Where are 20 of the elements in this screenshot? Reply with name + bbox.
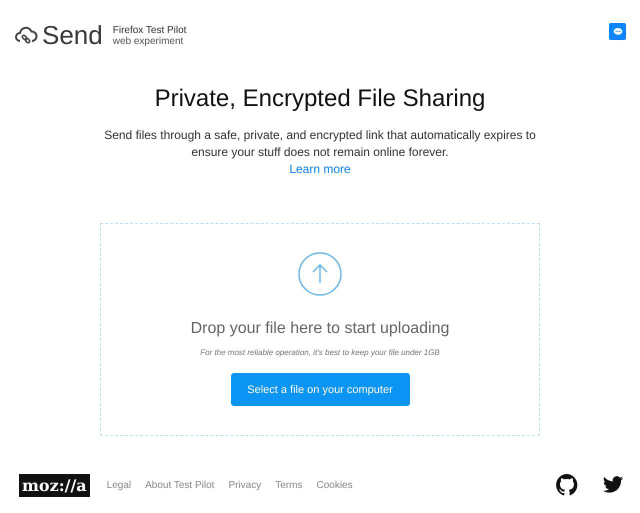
upload-icon — [298, 252, 342, 296]
brand-name: Send — [42, 20, 103, 51]
footer-link[interactable]: Legal — [106, 480, 132, 490]
size-note: For the most reliable operation, it’s best to keep your file under 1GB — [200, 348, 440, 357]
select-file-button[interactable]: Select a file on your computer — [230, 373, 410, 406]
footer-link[interactable]: Privacy — [228, 480, 262, 490]
description-text: Send files through a safe, private, and encrypted link that automatically expires to ensure your stuff does not remain online forever. — [103, 127, 537, 161]
footer-link[interactable]: Cookies — [316, 480, 353, 490]
drop-heading: Drop your file here to start uploading — [190, 320, 450, 338]
chat-bubble-icon — [612, 26, 622, 36]
learn-more-link[interactable]: Learn more — [289, 161, 351, 178]
mozilla-logo[interactable]: moz://a — [19, 474, 90, 496]
brand-subtitle: Firefox Test Pilot — [112, 24, 186, 36]
footer-link[interactable]: Terms — [275, 480, 302, 490]
page-title: Private, Encrypted File Sharing — [154, 85, 486, 113]
github-icon[interactable] — [555, 473, 579, 497]
drop-zone[interactable]: Drop your file here to start uploading For the most reliable operation, it’s best to keep your file under 1GB Select a file on your computer — [100, 223, 540, 436]
brand-subtitle: web experiment — [112, 36, 184, 46]
footer-link[interactable]: About Test Pilot — [145, 480, 214, 490]
feedback-button[interactable] — [609, 23, 626, 40]
